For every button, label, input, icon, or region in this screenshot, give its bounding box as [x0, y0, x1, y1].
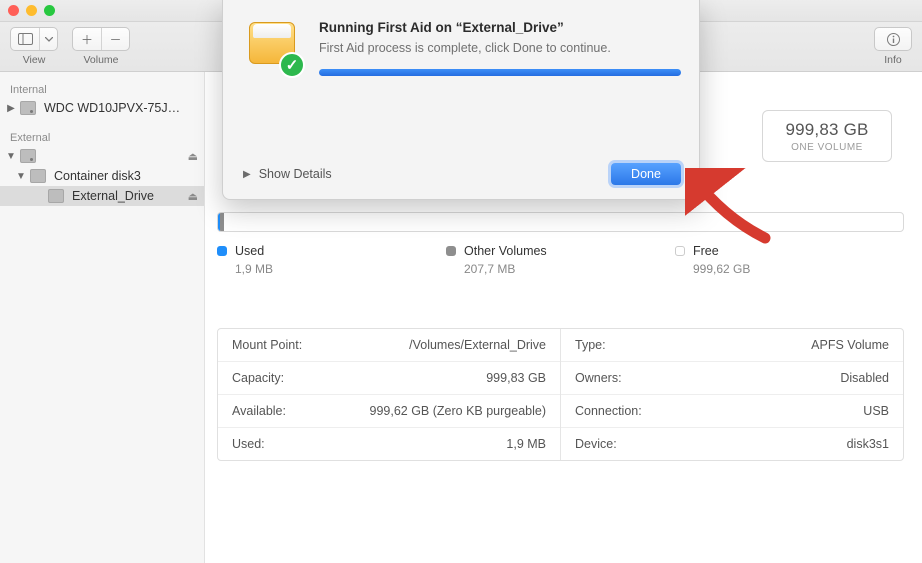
info-device-label: Device: [575, 437, 617, 451]
sheet-progress [319, 69, 681, 76]
sidebar-section-internal: Internal [0, 78, 204, 98]
done-button[interactable]: Done [611, 163, 681, 185]
legend-swatch-free [675, 246, 685, 256]
sheet-subtitle: First Aid process is complete, click Don… [319, 41, 681, 55]
legend-other-value: 207,7 MB [464, 262, 675, 276]
volume-tool: ＋ － Volume [72, 27, 130, 66]
storage-bar [217, 212, 904, 232]
sidebar-item-internal-disk[interactable]: ▶ WDC WD10JPVX-75J… [0, 98, 204, 118]
chevron-down-icon [39, 28, 57, 50]
sidebar-item-label: WDC WD10JPVX-75J… [44, 101, 180, 115]
disclosure-icon[interactable]: ▼ [6, 151, 16, 162]
minimize-window-button[interactable] [26, 5, 37, 16]
hdd-icon [20, 149, 36, 163]
capacity-value: 999,83 GB [785, 120, 868, 140]
disk-icon [30, 169, 46, 183]
info-device-value: disk3s1 [847, 437, 889, 451]
window-controls [8, 5, 55, 16]
view-label: View [23, 54, 46, 66]
legend-swatch-other [446, 246, 456, 256]
info-capacity-value: 999,83 GB [486, 371, 546, 385]
sidebar-item-label: External_Drive [72, 189, 184, 203]
view-tool: View [10, 27, 58, 66]
checkmark-icon: ✓ [279, 52, 305, 78]
info-label: Info [884, 54, 902, 66]
legend-free-value: 999,62 GB [693, 262, 904, 276]
legend-swatch-used [217, 246, 227, 256]
info-connection-label: Connection: [575, 404, 642, 418]
legend-used-label: Used [235, 244, 264, 258]
legend-free-label: Free [693, 244, 719, 258]
minus-icon: － [101, 28, 129, 50]
hdd-icon [20, 101, 36, 115]
plus-icon: ＋ [73, 28, 101, 50]
info-table: Mount Point: /Volumes/External_Drive Capa… [217, 328, 904, 461]
volume-buttons[interactable]: ＋ － [72, 27, 130, 51]
disclosure-icon[interactable]: ▼ [16, 171, 26, 182]
storage-legend: Used 1,9 MB Other Volumes 207,7 MB Free … [217, 244, 904, 276]
legend-used-value: 1,9 MB [235, 262, 446, 276]
show-details-toggle[interactable]: ▶ Show Details [243, 167, 332, 181]
capacity-badge: 999,83 GB ONE VOLUME [762, 110, 892, 162]
show-details-label: Show Details [259, 167, 332, 181]
info-used-label: Used: [232, 437, 265, 451]
info-available-label: Available: [232, 404, 286, 418]
sheet-title: Running First Aid on “External_Drive” [319, 20, 681, 35]
sidebar-item-container[interactable]: ▼ Container disk3 [0, 166, 204, 186]
sidebar-item-volume[interactable]: External_Drive ⏏ [0, 186, 204, 206]
close-window-button[interactable] [8, 5, 19, 16]
sidebar-section-external: External [0, 126, 204, 146]
first-aid-sheet: ✓ Running First Aid on “External_Drive” … [222, 0, 700, 200]
info-button[interactable] [874, 27, 912, 51]
info-available-value: 999,62 GB (Zero KB purgeable) [370, 404, 547, 418]
info-owners-label: Owners: [575, 371, 622, 385]
sidebar-item-label: Container disk3 [54, 169, 141, 183]
eject-icon[interactable]: ⏏ [188, 150, 198, 163]
disclosure-icon[interactable]: ▶ [6, 103, 16, 114]
volume-label: Volume [83, 54, 118, 66]
info-connection-value: USB [863, 404, 889, 418]
info-used-value: 1,9 MB [506, 437, 546, 451]
volume-icon [48, 189, 64, 203]
info-mount-value: /Volumes/External_Drive [409, 338, 546, 352]
info-type-value: APFS Volume [811, 338, 889, 352]
sidebar: Internal ▶ WDC WD10JPVX-75J… External ▼ … [0, 72, 205, 563]
info-icon [875, 28, 911, 50]
capacity-sub: ONE VOLUME [791, 142, 863, 153]
disk-success-icon: ✓ [243, 20, 303, 76]
zoom-window-button[interactable] [44, 5, 55, 16]
sidebar-icon [11, 28, 39, 50]
sidebar-item-external-disk[interactable]: ▼ ⏏ [0, 146, 204, 166]
info-owners-value: Disabled [840, 371, 889, 385]
info-capacity-label: Capacity: [232, 371, 284, 385]
legend-other-label: Other Volumes [464, 244, 547, 258]
eject-icon[interactable]: ⏏ [188, 190, 198, 203]
disclosure-triangle-icon: ▶ [243, 169, 251, 180]
info-type-label: Type: [575, 338, 606, 352]
view-button[interactable] [10, 27, 58, 51]
info-mount-label: Mount Point: [232, 338, 302, 352]
